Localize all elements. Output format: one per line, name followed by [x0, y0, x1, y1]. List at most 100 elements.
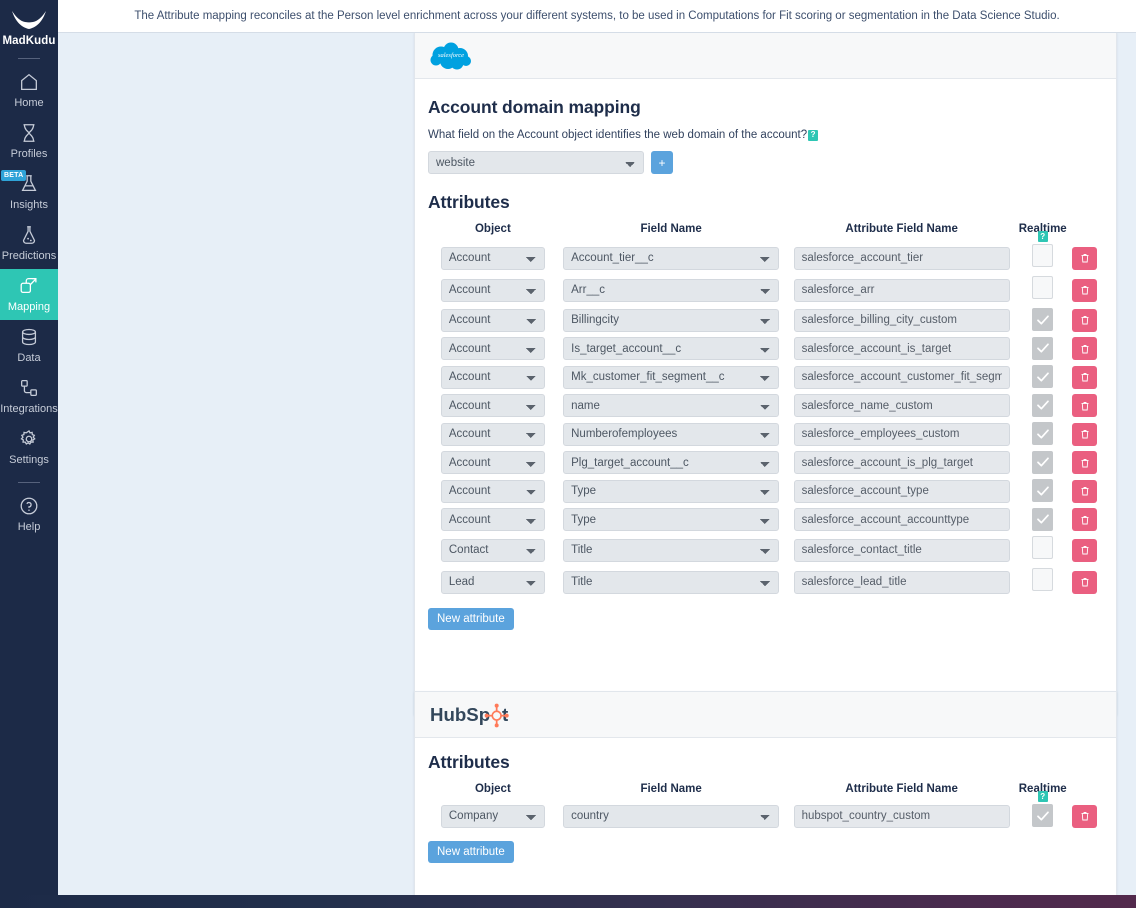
salesforce-object-select[interactable]: Account — [440, 365, 545, 389]
cell-realtime — [1019, 335, 1067, 364]
salesforce-attribute-input[interactable] — [793, 278, 1010, 302]
sidebar-item-integrations[interactable]: Integrations — [0, 371, 58, 422]
domain-field-select[interactable]: website — [428, 151, 644, 174]
salesforce-attribute-input[interactable] — [793, 337, 1010, 361]
salesforce-delete-row-button[interactable] — [1072, 479, 1098, 503]
salesforce-realtime-checkbox[interactable] — [1032, 393, 1054, 417]
salesforce-realtime-checkbox[interactable] — [1032, 336, 1054, 360]
sidebar-item-label: Integrations — [0, 403, 58, 415]
realtime-help-badge-icon[interactable]: ? — [1037, 791, 1048, 802]
salesforce-attribute-input[interactable] — [793, 451, 1010, 475]
salesforce-attribute-input[interactable] — [793, 365, 1010, 389]
sidebar-item-predictions[interactable]: Predictions — [0, 218, 58, 269]
salesforce-new-attribute-button[interactable]: New attribute — [428, 608, 514, 630]
salesforce-realtime-checkbox[interactable] — [1032, 507, 1054, 531]
salesforce-attribute-input[interactable] — [793, 570, 1010, 594]
cell-actions — [1067, 449, 1103, 478]
sidebar-item-profiles[interactable]: Profiles — [0, 116, 58, 167]
salesforce-attribute-input[interactable] — [793, 308, 1010, 332]
salesforce-delete-row-button[interactable] — [1072, 278, 1098, 302]
cell-field-name: name — [558, 392, 785, 421]
salesforce-attribute-input[interactable] — [793, 246, 1010, 270]
salesforce-delete-row-button[interactable] — [1072, 365, 1098, 389]
salesforce-field-select[interactable]: Type — [563, 479, 780, 503]
salesforce-realtime-checkbox[interactable] — [1032, 422, 1054, 445]
help-badge-icon[interactable]: ? — [808, 129, 819, 141]
salesforce-field-select[interactable]: Arr__c — [563, 278, 780, 302]
salesforce-delete-row-button[interactable] — [1072, 508, 1098, 532]
salesforce-realtime-checkbox[interactable] — [1032, 568, 1054, 591]
salesforce-object-select[interactable]: Account — [440, 479, 545, 503]
table-row: Company country? — [428, 791, 1103, 831]
salesforce-field-select[interactable]: Billingcity — [563, 308, 780, 332]
salesforce-realtime-checkbox[interactable] — [1032, 365, 1054, 388]
salesforce-object-select[interactable]: Contact — [440, 538, 545, 562]
salesforce-realtime-checkbox[interactable] — [1032, 276, 1054, 299]
salesforce-field-select[interactable]: Plg_target_account__c — [563, 451, 780, 475]
sidebar-item-home[interactable]: Home — [0, 65, 58, 116]
hubspot-attribute-input[interactable] — [793, 804, 1010, 828]
salesforce-delete-row-button[interactable] — [1072, 538, 1098, 562]
cell-realtime — [1019, 477, 1067, 506]
sidebar-item-data[interactable]: Data — [0, 320, 58, 371]
salesforce-field-select[interactable]: Account_tier__c — [563, 246, 780, 270]
hubspot-realtime-checkbox[interactable] — [1032, 804, 1054, 827]
hubspot-new-attribute-button[interactable]: New attribute — [428, 840, 514, 863]
salesforce-object-select[interactable]: Account — [440, 451, 545, 475]
table-header-row: Object Field Name Attribute Field Name R… — [428, 783, 1103, 802]
table-row: Account Account_tier__c? — [428, 231, 1103, 274]
salesforce-attribute-input[interactable] — [793, 422, 1010, 446]
salesforce-field-select[interactable]: Numberofemployees — [563, 422, 780, 446]
hubspot-attributes-title: Attributes — [428, 752, 510, 772]
salesforce-attribute-input[interactable] — [793, 538, 1010, 562]
realtime-help-badge-icon[interactable]: ? — [1037, 231, 1048, 242]
sidebar-item-insights[interactable]: BETA Insights — [0, 167, 58, 218]
salesforce-object-select[interactable]: Account — [440, 337, 545, 361]
salesforce-realtime-checkbox[interactable] — [1032, 479, 1054, 502]
salesforce-object-select[interactable]: Lead — [440, 570, 545, 594]
cell-field-name: Type — [558, 477, 785, 506]
salesforce-object-select[interactable]: Account — [440, 278, 545, 302]
brand-logo[interactable]: MadKudu — [2, 8, 55, 47]
salesforce-realtime-checkbox[interactable] — [1032, 244, 1054, 267]
salesforce-field-select[interactable]: name — [563, 394, 780, 418]
hubspot-object-select[interactable]: Company — [440, 804, 545, 828]
salesforce-delete-row-button[interactable] — [1072, 422, 1098, 446]
salesforce-field-select[interactable]: Title — [563, 538, 780, 562]
account-domain-mapping-title: Account domain mapping — [428, 97, 641, 117]
sidebar-divider-top — [18, 58, 40, 59]
salesforce-field-select[interactable]: Type — [563, 508, 780, 532]
salesforce-object-select[interactable]: Account — [440, 394, 545, 418]
sidebar-item-help[interactable]: Help — [0, 489, 58, 540]
salesforce-delete-row-button[interactable] — [1072, 451, 1098, 475]
salesforce-delete-row-button[interactable] — [1072, 246, 1098, 270]
salesforce-card: salesforce Account domain mapping What f… — [414, 33, 1117, 715]
sidebar-item-mapping[interactable]: Mapping — [0, 269, 58, 320]
salesforce-field-select[interactable]: Title — [563, 570, 780, 594]
salesforce-delete-row-button[interactable] — [1072, 337, 1098, 361]
salesforce-realtime-checkbox[interactable] — [1032, 308, 1054, 331]
salesforce-realtime-checkbox[interactable] — [1032, 536, 1054, 559]
salesforce-attribute-input[interactable] — [793, 394, 1010, 418]
content-area: salesforce Account domain mapping What f… — [58, 33, 1136, 895]
salesforce-field-select[interactable]: Mk_customer_fit_segment__c — [563, 365, 780, 389]
salesforce-object-select[interactable]: Account — [440, 508, 545, 532]
hubspot-delete-row-button[interactable] — [1072, 804, 1098, 828]
salesforce-realtime-checkbox[interactable] — [1032, 450, 1054, 474]
madkudu-logo-icon — [9, 8, 49, 34]
cell-attribute-field-name — [785, 392, 1019, 421]
salesforce-field-select[interactable]: Is_target_account__c — [563, 337, 780, 361]
add-domain-mapping-button[interactable]: + — [651, 151, 673, 174]
salesforce-attribute-input[interactable] — [793, 479, 1010, 503]
sidebar-item-settings[interactable]: Settings — [0, 422, 58, 473]
salesforce-object-select[interactable]: Account — [440, 308, 545, 332]
salesforce-object-select[interactable]: Account — [440, 422, 545, 446]
table-row: Lead Title — [428, 566, 1103, 598]
salesforce-delete-row-button[interactable] — [1072, 394, 1098, 418]
hubspot-field-select[interactable]: country — [563, 804, 780, 828]
salesforce-delete-row-button[interactable] — [1072, 570, 1098, 594]
salesforce-delete-row-button[interactable] — [1072, 308, 1098, 332]
salesforce-attribute-input[interactable] — [793, 508, 1010, 532]
salesforce-object-select[interactable]: Account — [440, 246, 545, 270]
brand-name: MadKudu — [2, 35, 56, 47]
